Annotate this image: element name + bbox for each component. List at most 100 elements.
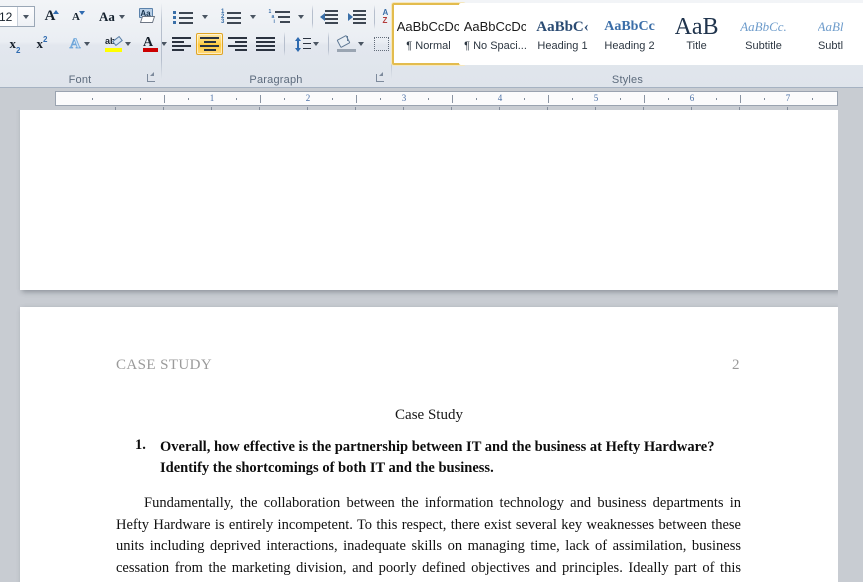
ruler-quarter-inch-tick	[188, 98, 189, 100]
numbering-button[interactable]: 1 2 3	[216, 6, 246, 28]
change-case-button[interactable]: Aa	[93, 6, 131, 27]
increase-indent-button[interactable]	[344, 6, 370, 28]
multilevel-list-button[interactable]: 1 a i	[264, 6, 294, 28]
shrink-font-button[interactable]: A	[64, 6, 88, 27]
align-left-icon	[172, 37, 191, 51]
numbering-dropdown[interactable]	[246, 6, 260, 28]
ruler-quarter-inch-tick	[572, 98, 573, 100]
ribbon-group-styles: AaBbCcDc¶ NormalAaBbCcDc¶ No Spaci...AaB…	[392, 0, 863, 88]
ruler-quarter-inch-tick	[332, 98, 333, 100]
ruler-tick-label: 2	[306, 93, 311, 103]
styles-gallery[interactable]: AaBbCcDc¶ NormalAaBbCcDc¶ No Spaci...AaB…	[392, 3, 863, 65]
ruler-half-inch-tick	[260, 95, 261, 103]
change-case-icon: Aa	[99, 9, 115, 25]
page-header-text: CASE STUDY	[116, 357, 212, 374]
ruler-quarter-inch-tick	[140, 98, 141, 100]
style-item-normal[interactable]: AaBbCcDc¶ Normal	[392, 3, 465, 65]
justify-icon	[256, 37, 275, 51]
shading-button[interactable]	[334, 33, 366, 55]
text-effects-icon: A	[70, 36, 81, 53]
font-size-dropdown-icon[interactable]	[17, 7, 34, 26]
ruler-quarter-inch-tick	[716, 98, 717, 100]
superscript-button[interactable]: x2	[29, 33, 55, 55]
grow-arrow-icon	[53, 10, 59, 14]
ruler-quarter-inch-tick	[428, 98, 429, 100]
style-name: Heading 1	[537, 39, 587, 53]
text-effects-button[interactable]: A	[62, 33, 98, 55]
ruler-quarter-inch-tick	[284, 98, 285, 100]
style-item-title[interactable]: AaBTitle	[660, 3, 733, 65]
ruler-tick-label: 6	[690, 93, 695, 103]
decrease-indent-icon	[320, 10, 338, 24]
align-center-icon	[200, 37, 219, 51]
ruler-quarter-inch-tick	[764, 98, 765, 100]
style-name: ¶ No Spaci...	[464, 39, 527, 53]
font-dialog-launcher[interactable]	[145, 71, 158, 84]
line-spacing-icon	[291, 37, 311, 52]
borders-icon	[374, 37, 389, 51]
ruler-quarter-inch-tick	[476, 98, 477, 100]
align-left-button[interactable]	[168, 33, 195, 55]
style-preview: AaBl	[818, 15, 844, 39]
line-spacing-button[interactable]	[289, 33, 321, 55]
style-name: Heading 2	[604, 39, 654, 53]
multilevel-list-dropdown[interactable]	[294, 6, 308, 28]
highlighter-icon: ab	[105, 36, 122, 53]
document-canvas[interactable]: CASE STUDY 2 Case Study 1. Overall, how …	[0, 110, 863, 582]
style-preview: AaBbCc	[604, 15, 655, 39]
bullets-button[interactable]	[168, 6, 198, 28]
word-application-window: 12 A A Aa Aa	[0, 0, 863, 582]
style-preview: AaBbCcDc	[397, 15, 461, 39]
body-paragraph: Fundamentally, the collaboration between…	[116, 493, 741, 582]
ruler-half-inch-tick	[356, 95, 357, 103]
subscript-button[interactable]: x2	[2, 33, 28, 55]
ruler-quarter-inch-tick	[236, 98, 237, 100]
style-item-subtl[interactable]: AaBlSubtl	[794, 3, 863, 65]
ruler-half-inch-tick	[452, 95, 453, 103]
question-number: 1.	[135, 437, 146, 454]
decrease-indent-button[interactable]	[316, 6, 342, 28]
text-highlight-color-button[interactable]: ab	[100, 33, 136, 55]
multilevel-list-icon: 1 a i	[269, 10, 290, 24]
style-preview: AaBbCcDc	[464, 15, 528, 39]
document-title: Case Study	[20, 407, 838, 424]
align-right-button[interactable]	[224, 33, 251, 55]
style-item-no-spaci[interactable]: AaBbCcDc¶ No Spaci...	[459, 3, 532, 65]
ribbon-group-font: 12 A A Aa Aa	[0, 0, 160, 88]
question-text: Overall, how effective is the partnershi…	[160, 437, 720, 479]
style-name: Title	[686, 39, 706, 53]
style-preview: AaBbC‹	[536, 15, 589, 39]
style-item-heading-2[interactable]: AaBbCcHeading 2	[593, 3, 666, 65]
increase-indent-icon	[348, 10, 366, 24]
shrink-arrow-icon	[79, 11, 85, 15]
ruler-tick-label: 7	[786, 93, 791, 103]
font-group-label: Font	[0, 74, 160, 86]
style-preview: AaB	[675, 15, 719, 39]
paragraph-divider-1	[312, 5, 313, 29]
ruler-half-inch-tick	[548, 95, 549, 103]
ruler-bar: 1234567	[0, 88, 863, 110]
page-number: 2	[732, 357, 740, 374]
style-name: Subtl	[818, 39, 843, 53]
font-size-input[interactable]: 12	[0, 6, 35, 27]
ruler-half-inch-tick	[740, 95, 741, 103]
horizontal-ruler[interactable]: 1234567	[55, 91, 838, 106]
justify-button[interactable]	[252, 33, 279, 55]
align-right-icon	[228, 37, 247, 51]
ruler-quarter-inch-tick	[620, 98, 621, 100]
document-page-2[interactable]: CASE STUDY 2 Case Study 1. Overall, how …	[20, 307, 838, 582]
align-center-button[interactable]	[196, 33, 223, 55]
style-item-heading-1[interactable]: AaBbC‹Heading 1	[526, 3, 599, 65]
clear-formatting-button[interactable]: Aa	[135, 5, 159, 28]
document-page-1[interactable]	[20, 110, 838, 290]
style-item-subtitle[interactable]: AaBbCc.Subtitle	[727, 3, 800, 65]
paragraph-divider-5	[328, 32, 329, 56]
grow-font-button[interactable]: A	[38, 6, 62, 27]
ribbon-group-paragraph: 1 2 3 1 a i	[162, 0, 390, 88]
paragraph-dialog-launcher[interactable]	[374, 71, 387, 84]
ruler-half-inch-tick	[644, 95, 645, 103]
font-color-icon: A	[143, 36, 158, 53]
bullets-dropdown[interactable]	[198, 6, 212, 28]
ruler-quarter-inch-tick	[92, 98, 93, 100]
scroll-gutter[interactable]	[838, 110, 863, 582]
